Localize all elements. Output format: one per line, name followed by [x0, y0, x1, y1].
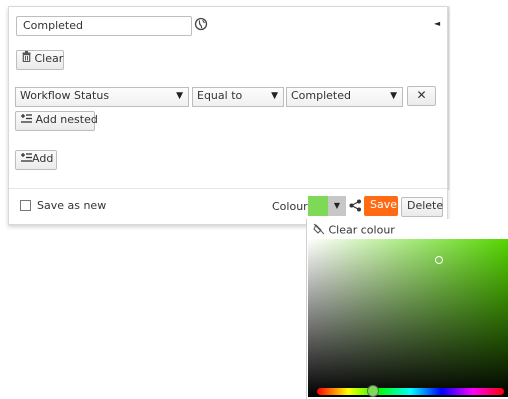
clear-button-label: Clear	[34, 52, 64, 65]
chevron-down-icon: ▼	[176, 91, 183, 101]
field-select-value: Workflow Status	[20, 89, 110, 102]
colour-swatch[interactable]	[308, 196, 328, 216]
globe-icon[interactable]	[194, 17, 210, 33]
add-button[interactable]: Add	[15, 150, 57, 170]
colour-selector-handle[interactable]	[435, 256, 443, 264]
trash-icon	[22, 51, 31, 67]
delete-button[interactable]: Delete	[401, 197, 443, 217]
colour-dropdown-toggle[interactable]: ▼	[328, 196, 346, 216]
field-select[interactable]: Workflow Status ▼	[15, 87, 189, 107]
no-color-icon	[313, 223, 325, 238]
clear-button[interactable]: Clear	[16, 50, 64, 70]
share-icon[interactable]	[349, 199, 362, 215]
colour-label: Colour:	[272, 200, 312, 213]
saturation-value-field[interactable]	[308, 239, 508, 397]
clear-colour-label: Clear colour	[328, 223, 395, 237]
save-button[interactable]: Save	[364, 196, 398, 216]
filter-name-input[interactable]: Completed	[16, 16, 192, 36]
add-list-icon	[21, 112, 32, 128]
save-as-new-checkbox[interactable]	[20, 200, 31, 211]
add-label: Add	[32, 152, 54, 165]
value-select-value: Completed	[291, 89, 351, 102]
chevron-down-icon: ▼	[390, 91, 397, 101]
add-list-icon	[21, 151, 32, 167]
operator-select-value: Equal to	[197, 89, 243, 102]
chevron-down-icon: ▼	[271, 91, 278, 101]
add-nested-button[interactable]: Add nested	[15, 111, 98, 131]
save-as-new-label: Save as new	[37, 199, 107, 212]
filter-editor-panel: Completed ◄ Clear Workflow Status ▼ Equa…	[8, 6, 448, 225]
collapse-arrow-icon[interactable]: ◄	[434, 19, 440, 28]
hue-slider-handle[interactable]	[367, 385, 379, 397]
clear-colour-button[interactable]: Clear colour	[313, 223, 395, 238]
operator-select[interactable]: Equal to ▼	[192, 87, 284, 107]
hue-slider[interactable]	[317, 388, 504, 395]
value-select[interactable]: Completed ▼	[286, 87, 403, 107]
add-nested-label: Add nested	[35, 113, 98, 126]
colour-picker-popup: Clear colour	[306, 219, 508, 399]
footer-divider	[9, 188, 447, 189]
remove-condition-button[interactable]: ✕	[407, 86, 436, 106]
